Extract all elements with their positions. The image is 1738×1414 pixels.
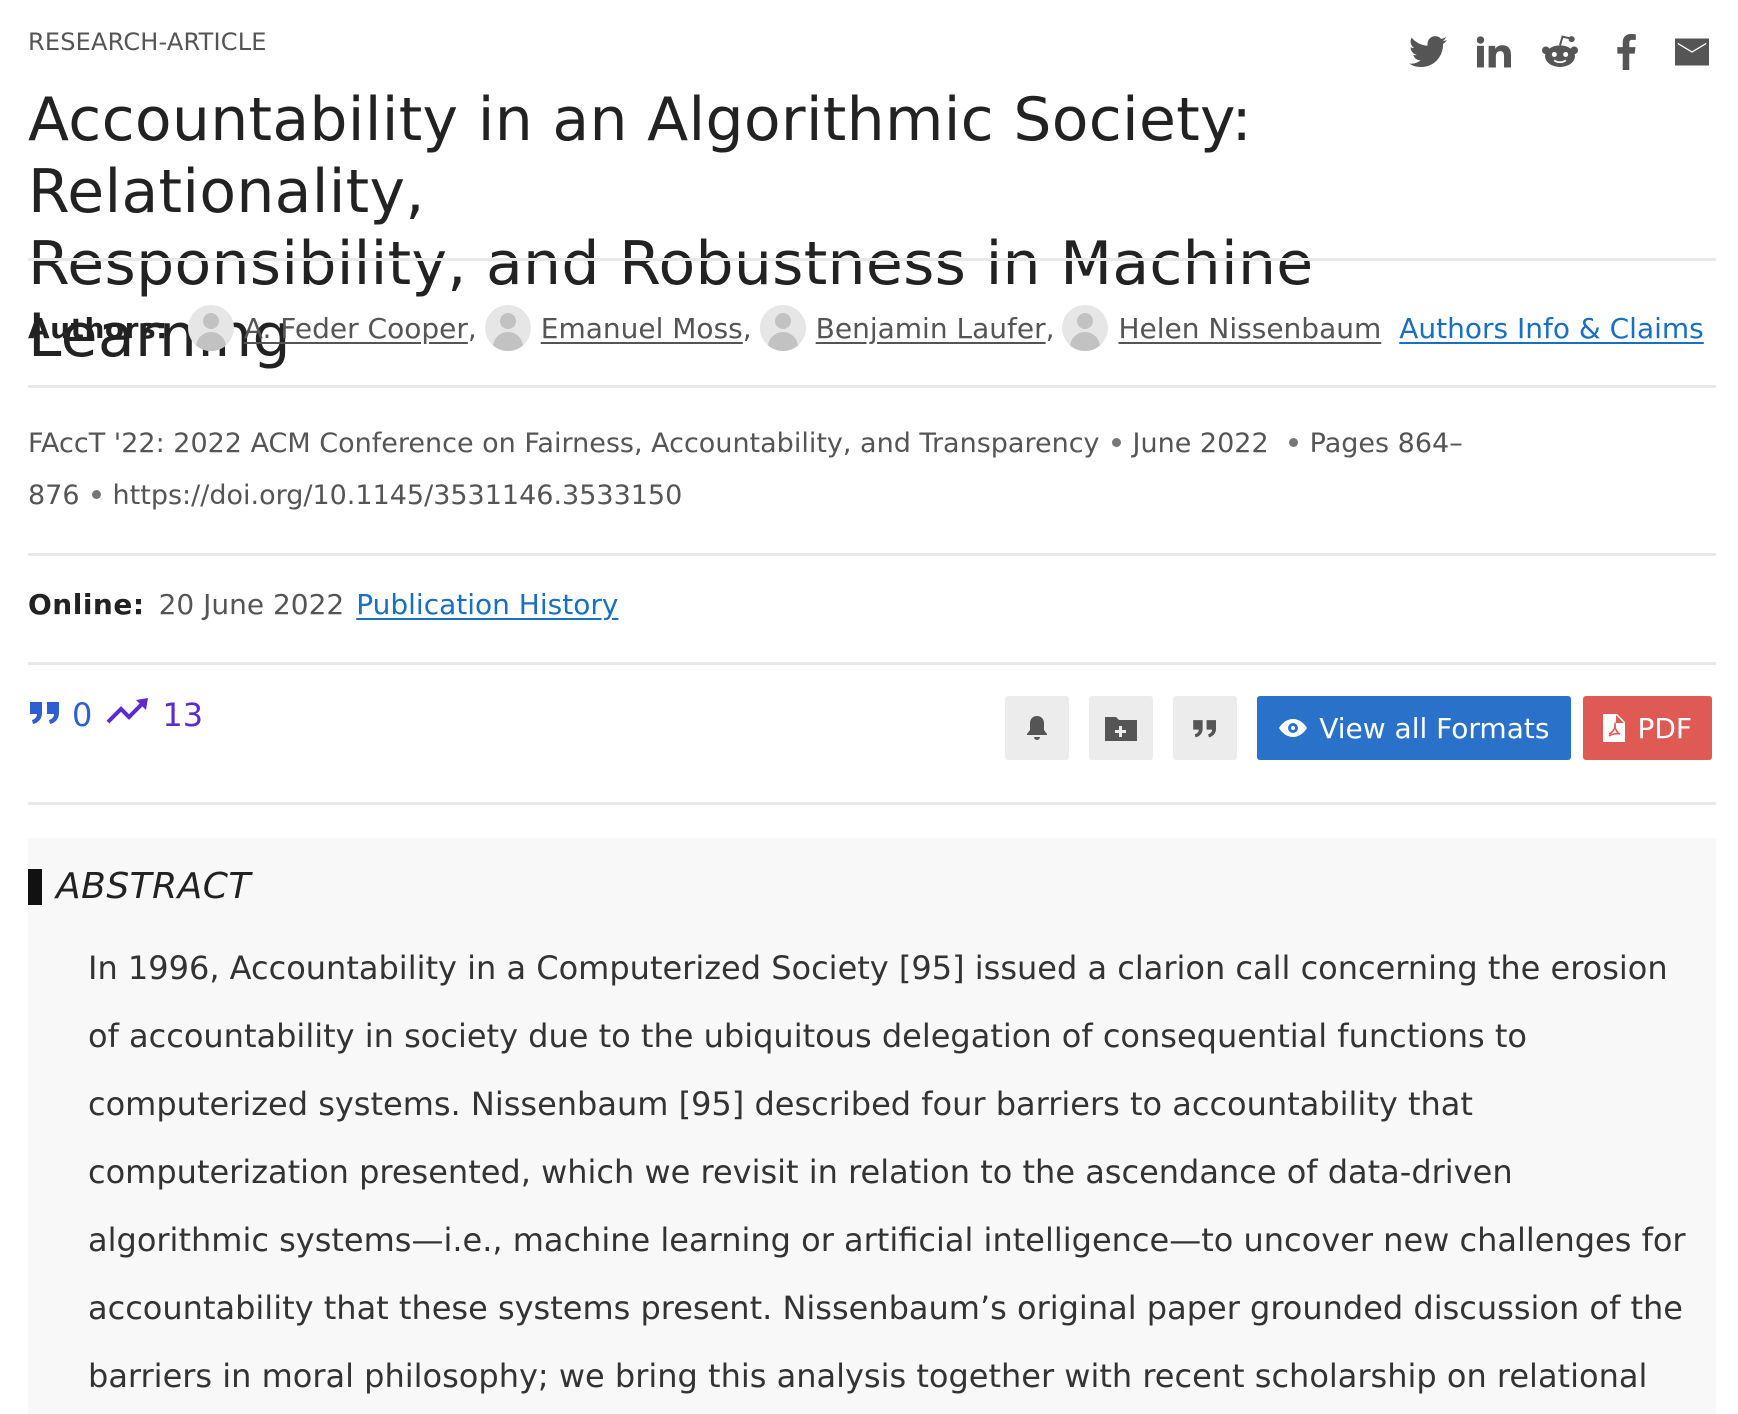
- linkedin-icon[interactable]: [1474, 30, 1514, 74]
- abstract-title: ABSTRACT: [56, 866, 251, 907]
- abstract-line: barriers in moral philosophy; we bring t…: [88, 1357, 1648, 1395]
- doi-link[interactable]: https://doi.org/10.1145/3531146.3533150: [113, 480, 683, 511]
- twitter-icon[interactable]: [1408, 30, 1448, 74]
- view-all-formats-button[interactable]: View all Formats: [1257, 696, 1572, 760]
- abstract-body: In 1996, Accountability in a Computerize…: [88, 934, 1688, 1410]
- heading-marker: [28, 868, 42, 905]
- author-item[interactable]: Helen Nissenbaum: [1062, 305, 1381, 351]
- abstract-line: computerized systems. Nissenbaum [95] de…: [88, 1085, 1473, 1123]
- bell-icon: [1027, 716, 1048, 740]
- email-icon[interactable]: [1672, 30, 1712, 74]
- divider: [28, 802, 1716, 805]
- divider: [28, 258, 1716, 261]
- authors-row: Authors: A. Feder Cooper, Emanuel Moss, …: [28, 300, 1704, 356]
- author-item[interactable]: Benjamin Laufer,: [759, 305, 1055, 351]
- bullet-dot: [91, 490, 101, 499]
- abstract-section: ABSTRACT In 1996, Accountability in a Co…: [28, 838, 1716, 1414]
- folder-plus-icon: [1105, 717, 1138, 741]
- article-actions: View all Formats PDF: [1005, 696, 1712, 760]
- abstract-line: computerization presented, which we revi…: [88, 1153, 1513, 1191]
- author-separator: ,: [742, 311, 752, 345]
- author-name[interactable]: Helen Nissenbaum: [1118, 312, 1381, 345]
- avatar-icon: [759, 305, 806, 351]
- bullet-dot: [1288, 438, 1298, 447]
- online-row: Online: 20 June 2022 Publication History: [28, 588, 618, 621]
- view-all-formats-label: View all Formats: [1319, 711, 1550, 745]
- reddit-icon[interactable]: [1540, 30, 1580, 74]
- pdf-file-icon: [1603, 714, 1626, 742]
- facebook-icon[interactable]: [1606, 30, 1646, 74]
- online-date: 20 June 2022: [158, 588, 345, 621]
- author-name[interactable]: Emanuel Moss: [541, 312, 743, 345]
- author-separator: ,: [467, 311, 477, 345]
- avatar-icon: [484, 305, 531, 351]
- avatar-icon: [187, 305, 234, 351]
- eye-icon: [1279, 719, 1308, 737]
- article-type-label: RESEARCH-ARTICLE: [28, 28, 267, 56]
- online-label: Online:: [28, 588, 145, 621]
- publication-history-link[interactable]: Publication History: [356, 588, 618, 621]
- quote-icon: [1193, 720, 1217, 738]
- title-line-1: Accountability in an Algorithmic Society…: [28, 85, 1252, 227]
- download-count[interactable]: 13: [162, 696, 203, 734]
- citation-count[interactable]: 0: [72, 696, 92, 734]
- pdf-label: PDF: [1637, 711, 1692, 745]
- metrics-row: 0 13: [28, 696, 203, 734]
- abstract-line: accountability that these systems presen…: [88, 1289, 1683, 1327]
- author-item[interactable]: A. Feder Cooper,: [187, 305, 477, 351]
- abstract-heading: ABSTRACT: [28, 866, 251, 907]
- divider: [28, 662, 1716, 665]
- downloads-trend-icon: [106, 696, 152, 734]
- alert-button[interactable]: [1005, 696, 1070, 760]
- page-range-cont: 876: [28, 480, 80, 511]
- divider: [28, 385, 1716, 388]
- abstract-line: In 1996, Accountability in a Computerize…: [88, 949, 1668, 987]
- avatar-icon: [1062, 305, 1109, 351]
- page-range: Pages 864–: [1309, 428, 1463, 459]
- author-name[interactable]: Benjamin Laufer: [816, 312, 1046, 345]
- abstract-line: algorithmic systems—i.e., machine learni…: [88, 1221, 1686, 1259]
- divider: [28, 553, 1716, 556]
- pdf-button[interactable]: PDF: [1583, 696, 1712, 760]
- add-to-binder-button[interactable]: [1089, 696, 1154, 760]
- bullet-dot: [1111, 438, 1121, 447]
- share-bar: [1408, 30, 1712, 74]
- cite-button[interactable]: [1173, 696, 1238, 760]
- author-name[interactable]: A. Feder Cooper: [244, 312, 468, 345]
- author-item[interactable]: Emanuel Moss,: [484, 305, 752, 351]
- author-separator: ,: [1045, 311, 1055, 345]
- abstract-line: of accountability in society due to the …: [88, 1017, 1527, 1055]
- authors-label: Authors:: [28, 311, 168, 345]
- authors-info-link[interactable]: Authors Info & Claims: [1399, 312, 1704, 345]
- publication-venue: FAccT '22: 2022 ACM Conference on Fairne…: [28, 418, 1468, 522]
- conference-name[interactable]: FAccT '22: 2022 ACM Conference on Fairne…: [28, 428, 1100, 459]
- citation-quote-icon: [28, 696, 62, 734]
- publication-date: June 2022: [1132, 428, 1269, 459]
